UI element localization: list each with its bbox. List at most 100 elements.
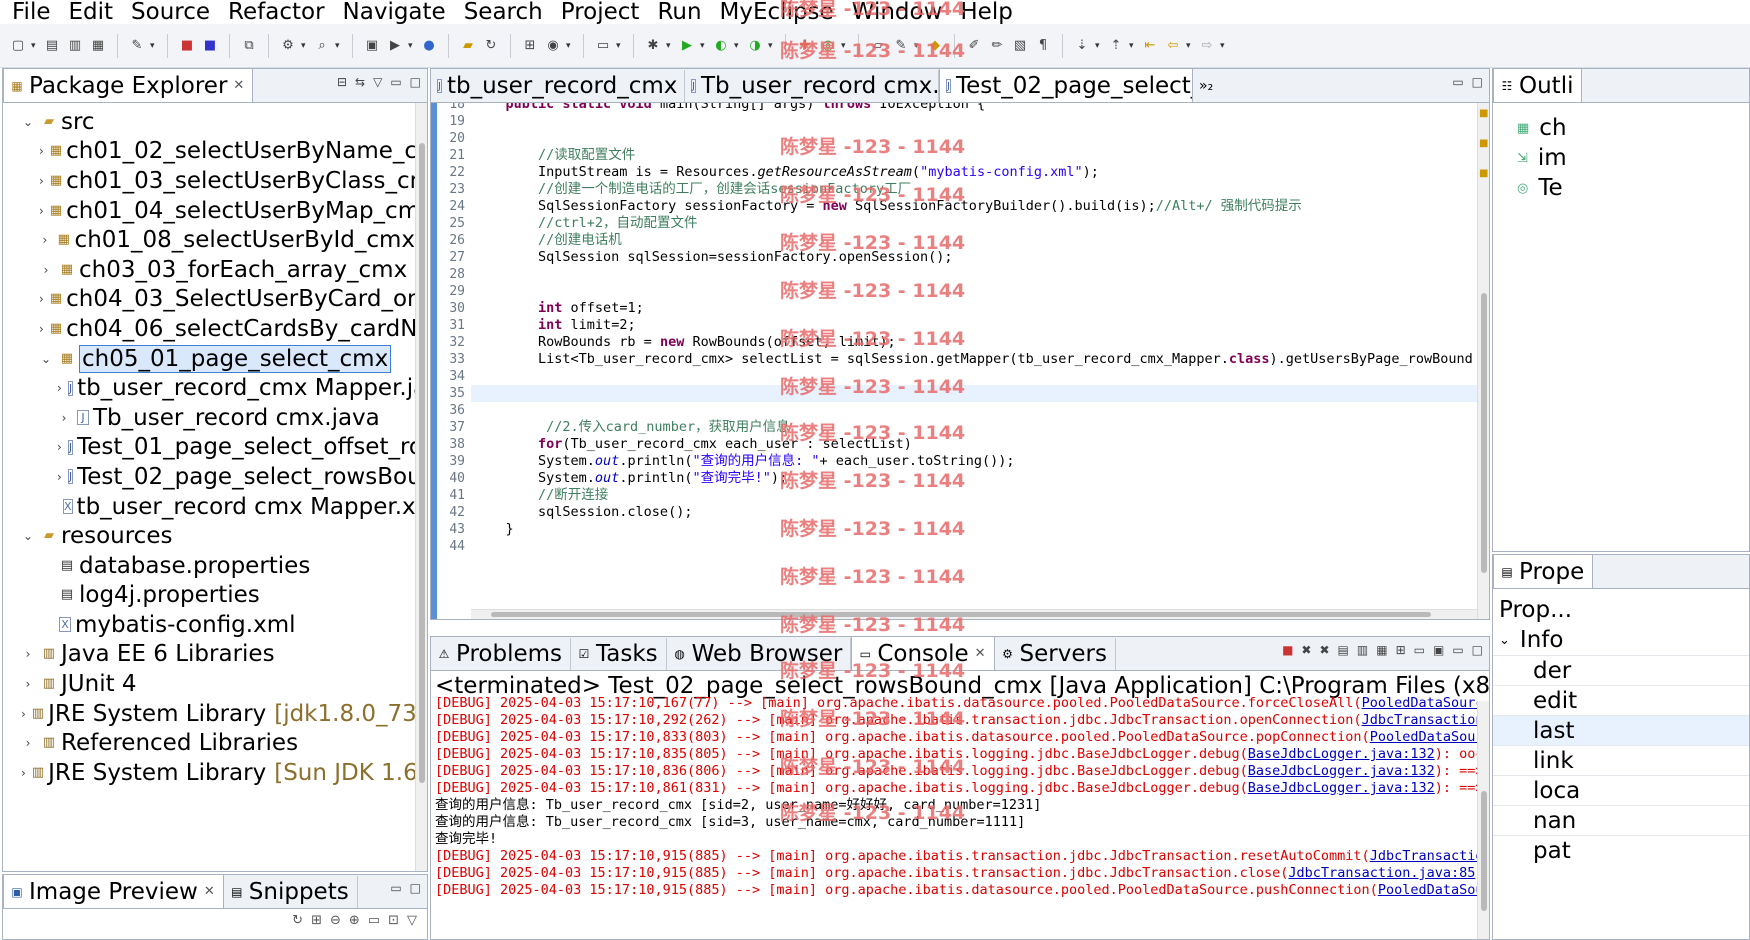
show-whitespace-icon[interactable]: ¶ — [1033, 36, 1053, 56]
run-ext-icon[interactable]: ⚙ — [278, 36, 298, 56]
chevron-right-icon[interactable]: › — [39, 292, 44, 306]
package-tree-scrollbar[interactable] — [415, 103, 427, 871]
tree-item[interactable]: ▤ database.properties — [3, 551, 415, 581]
property-row[interactable]: link — [1493, 745, 1749, 775]
tree-item[interactable]: ⌄ ▰ resources — [3, 521, 415, 551]
chevron-right-icon[interactable]: › — [57, 440, 62, 454]
property-row[interactable]: nan — [1493, 805, 1749, 835]
minimize-icon[interactable]: ▭ — [1452, 75, 1463, 89]
property-row[interactable]: loca — [1493, 775, 1749, 805]
zoom-fit-icon[interactable]: ⊞ — [311, 913, 322, 928]
tree-item[interactable]: › ▦ ch01_02_selectUserByName_cmx — [3, 137, 415, 167]
menu-item-refactor[interactable]: Refactor — [220, 0, 334, 24]
zoom-in-icon[interactable]: ⊕ — [349, 913, 360, 928]
minimize-icon[interactable]: ▭ — [1452, 643, 1463, 657]
chevron-down-icon[interactable]: ⌄ — [39, 352, 53, 366]
property-row[interactable]: pat — [1493, 835, 1749, 865]
editor-tab[interactable]: J Tb_user_record cmx.j — [685, 70, 939, 102]
save-all-icon[interactable]: ▥ — [65, 36, 85, 56]
deploy-icon[interactable]: ■ — [200, 36, 220, 56]
block-select-icon[interactable]: ▧ — [1010, 36, 1030, 56]
scrollbar-thumb[interactable] — [491, 612, 1431, 617]
new-icon[interactable]: ▢ — [8, 36, 28, 56]
bottom-tab-tasks[interactable]: ☑ Tasks — [571, 638, 667, 670]
new-package-icon[interactable]: ✚ — [795, 36, 815, 56]
console-source-link[interactable]: BaseJdbcLogger.java:132 — [1248, 763, 1435, 779]
tree-item[interactable]: › ▥ Referenced Libraries — [3, 728, 415, 758]
coverage-dropdown-icon[interactable]: ▾ — [734, 41, 742, 51]
bottom-tab-problems[interactable]: ⚠ Problems — [431, 638, 572, 670]
remove-launch-icon[interactable]: ✖ — [1301, 643, 1311, 657]
tree-item[interactable]: › ▦ ch03_03_forEach_array_cmx — [3, 255, 415, 285]
minimize-icon[interactable]: ▭ — [390, 75, 401, 89]
coverage-icon[interactable]: ◐ — [711, 36, 731, 56]
outline-item[interactable]: ◎ Te — [1513, 173, 1567, 203]
view-menu-icon[interactable]: ▽ — [373, 75, 382, 89]
tab-outline[interactable]: ☷ Outli — [1493, 69, 1583, 102]
search-icon[interactable]: ⌕ — [312, 36, 332, 56]
chevron-right-icon[interactable]: › — [39, 263, 53, 277]
marker-icon[interactable]: ■ — [1479, 99, 1488, 129]
tab-image-preview[interactable]: ▣ Image Preview ✕ — [3, 875, 224, 908]
bottom-tab-servers[interactable]: ⚙ Servers — [995, 638, 1116, 670]
chevron-down-icon[interactable]: ⌄ — [21, 115, 35, 129]
tree-item[interactable]: › ▦ch04_06_selectCardsBy_cardNumb — [3, 314, 415, 344]
remove-all-icon[interactable]: ✖ — [1319, 643, 1329, 657]
editor-tabs-overflow[interactable]: »₂ — [1193, 70, 1221, 102]
tab-snippets[interactable]: ▤ Snippets — [224, 876, 358, 908]
pencil-icon[interactable]: ✎ — [891, 36, 911, 56]
console-source-link[interactable]: PooledDataSour — [1370, 729, 1477, 745]
tree-item[interactable]: › J Test_02_page_select_rowsBound — [3, 462, 415, 492]
maximize-icon[interactable]: □ — [1472, 643, 1483, 657]
tree-item[interactable]: › ▥ JUnit 4 — [3, 669, 415, 699]
last-edit-icon[interactable]: ⇤ — [1140, 36, 1160, 56]
menu-item-edit[interactable]: Edit — [61, 0, 124, 24]
menu-item-run[interactable]: Run — [649, 0, 711, 24]
external-tools-icon[interactable]: ◑ — [745, 36, 765, 56]
build-icon[interactable]: ■ — [177, 36, 197, 56]
tree-item[interactable]: › JTest_01_page_select_offset_rows — [3, 433, 415, 463]
chevron-right-icon[interactable]: › — [21, 766, 26, 780]
property-row[interactable]: last — [1493, 715, 1749, 745]
console-source-link[interactable]: JdbcTransaction — [1362, 712, 1477, 728]
annotation-icon[interactable]: ✐ — [964, 36, 984, 56]
tree-item[interactable]: Xmybatis-config.xml — [3, 610, 415, 640]
close-icon[interactable]: ✕ — [975, 646, 986, 661]
editor-tab[interactable]: JTest_02_page_select_✕ — [939, 69, 1193, 102]
new-class-icon[interactable]: ◎ — [818, 36, 838, 56]
run-ext-dropdown-icon[interactable]: ▾ — [301, 41, 309, 51]
prev-annotation-icon[interactable]: ⇡ — [1106, 36, 1126, 56]
scrollbar-thumb[interactable] — [1481, 293, 1487, 573]
tree-item[interactable]: ⌄ ▦ ch05_01_page_select_cmx — [3, 344, 415, 374]
back-dropdown-icon[interactable]: ▾ — [1186, 41, 1194, 51]
editor-horizontal-scrollbar[interactable] — [471, 609, 1477, 619]
editor-tab[interactable]: Jtb_user_record_cmx M — [431, 70, 685, 102]
marker-icon[interactable]: ■ — [1479, 129, 1488, 159]
open-task-icon[interactable]: ◉ — [543, 36, 563, 56]
wizard-dropdown-icon[interactable]: ▾ — [150, 41, 158, 51]
open-console-icon[interactable]: ▣ — [1433, 643, 1444, 657]
scroll-lock-icon[interactable]: ▥ — [1357, 643, 1368, 657]
chevron-right-icon[interactable]: › — [57, 411, 71, 425]
menu-item-navigate[interactable]: Navigate — [335, 0, 456, 24]
debug-dropdown-icon[interactable]: ▾ — [666, 41, 674, 51]
console-source-link[interactable]: BaseJdbcLogger.java:132 — [1248, 780, 1435, 796]
menu-item-source[interactable]: Source — [123, 0, 220, 24]
class-dropdown-icon[interactable]: ▾ — [841, 41, 849, 51]
new-wizard-icon[interactable]: ✎ — [127, 36, 147, 56]
console-source-link[interactable]: JdbcTransaction.java:85 — [1288, 865, 1475, 881]
tree-item[interactable]: › ▦ch04_03_SelectUserByCard_one_or — [3, 285, 415, 315]
run-icon[interactable]: ▶ — [677, 36, 697, 56]
server-dropdown-icon[interactable]: ▾ — [408, 41, 416, 51]
word-wrap-icon[interactable]: ▦ — [1376, 643, 1387, 657]
clear-console-icon[interactable]: ▤ — [1338, 643, 1349, 657]
close-icon[interactable]: ✕ — [233, 78, 244, 93]
tree-item[interactable]: ▤ log4j.properties — [3, 581, 415, 611]
chevron-right-icon[interactable]: › — [39, 233, 51, 247]
console-source-link[interactable]: PooledDataSource — [1362, 695, 1477, 711]
next-annotation-icon[interactable]: ⇣ — [1072, 36, 1092, 56]
scrollbar-thumb[interactable] — [1481, 791, 1487, 911]
chevron-right-icon[interactable]: › — [39, 204, 44, 218]
properties-info-group[interactable]: ⌄ Info — [1493, 625, 1749, 655]
palette-icon[interactable]: ◆ — [925, 36, 945, 56]
